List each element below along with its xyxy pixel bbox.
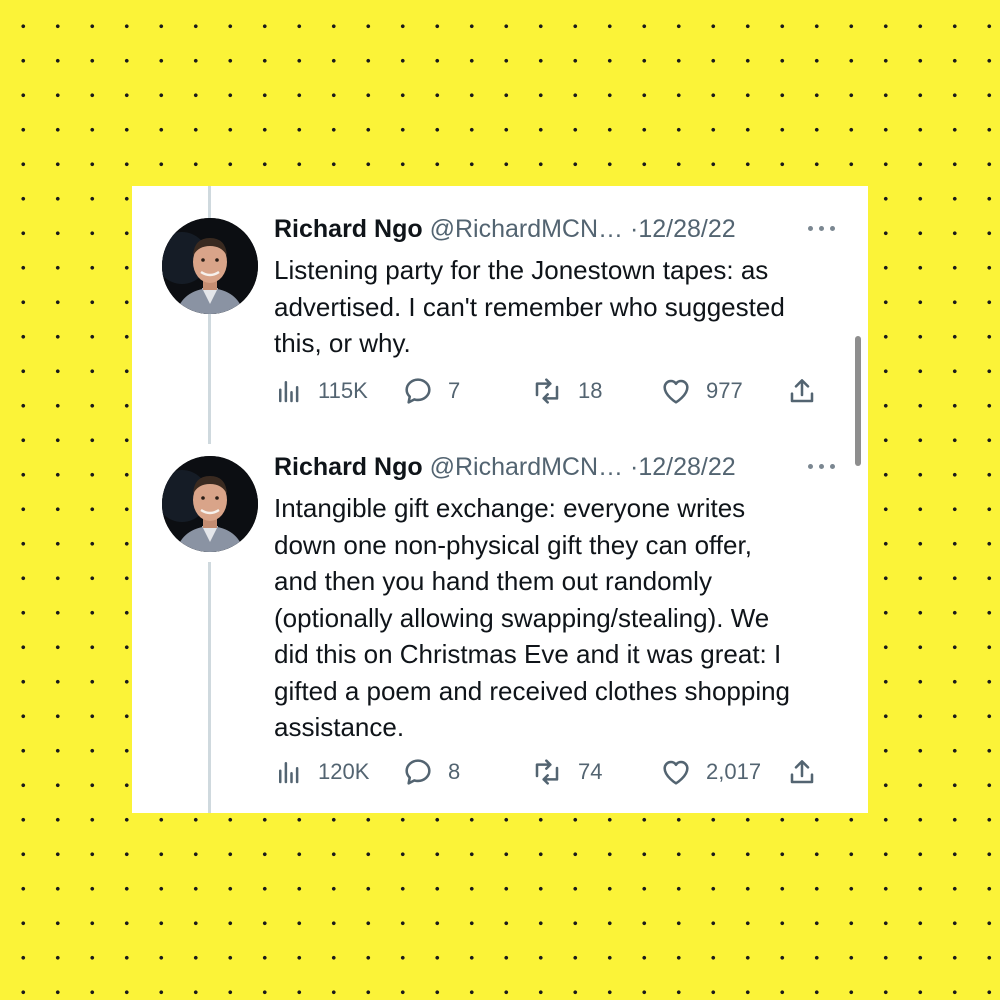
tweet[interactable]: Richard Ngo @RichardMCN… ·12/28/22 Intan…	[132, 444, 868, 813]
tweet-date[interactable]: 12/28/22	[638, 215, 735, 243]
author-handle[interactable]: @RichardMCN…	[430, 453, 623, 481]
retweet-icon	[535, 378, 559, 404]
retweet-button[interactable]: 74	[530, 755, 602, 789]
tweet-thread-card: Richard Ngo @RichardMCN… ·12/28/22 Liste…	[132, 186, 868, 813]
analytics-icon	[279, 381, 299, 403]
retweet-count: 74	[578, 759, 603, 784]
reply-count: 7	[448, 378, 461, 403]
more-dots-icon[interactable]	[808, 464, 838, 472]
views-count: 120K	[318, 759, 370, 784]
more-dots-icon[interactable]	[808, 226, 838, 234]
share-button[interactable]	[786, 755, 818, 789]
like-button[interactable]: 2,017	[660, 755, 761, 789]
retweet-button[interactable]: 18	[530, 374, 602, 408]
like-count: 2,017	[706, 759, 762, 784]
tweet-date[interactable]: 12/28/22	[638, 453, 735, 481]
retweet-icon	[535, 759, 559, 785]
heart-icon	[663, 760, 689, 785]
tweet-header: Richard Ngo @RichardMCN… ·12/28/22	[274, 214, 736, 244]
reply-bubble-icon	[405, 378, 431, 404]
heart-icon	[663, 379, 689, 404]
avatar[interactable]	[162, 218, 258, 314]
tweet[interactable]: Richard Ngo @RichardMCN… ·12/28/22 Liste…	[132, 186, 868, 444]
analytics-icon	[279, 762, 299, 784]
author-handle[interactable]: @RichardMCN…	[430, 215, 623, 243]
author-name[interactable]: Richard Ngo	[274, 215, 423, 243]
views-button[interactable]: 120K	[274, 755, 369, 789]
reply-count: 8	[448, 759, 461, 784]
reply-button[interactable]: 8	[402, 755, 460, 789]
tweet-header: Richard Ngo @RichardMCN… ·12/28/22	[274, 452, 736, 482]
reply-bubble-icon	[405, 759, 431, 785]
reply-button[interactable]: 7	[402, 374, 460, 408]
like-count: 977	[706, 378, 743, 403]
views-count: 115K	[318, 378, 368, 403]
share-icon	[790, 379, 814, 403]
views-button[interactable]: 115K	[274, 374, 368, 408]
tweet-text: Listening party for the Jonestown tapes:…	[274, 255, 785, 358]
share-icon	[790, 760, 814, 784]
tweet-actions: 115K 7 18 977	[274, 374, 834, 408]
tweet-actions: 120K 8 74 2,017	[274, 755, 834, 789]
retweet-count: 18	[578, 378, 603, 403]
avatar[interactable]	[162, 456, 258, 552]
like-button[interactable]: 977	[660, 374, 743, 408]
share-button[interactable]	[786, 374, 818, 408]
author-name[interactable]: Richard Ngo	[274, 453, 423, 481]
tweet-text: Intangible gift exchange: everyone write…	[274, 493, 791, 742]
